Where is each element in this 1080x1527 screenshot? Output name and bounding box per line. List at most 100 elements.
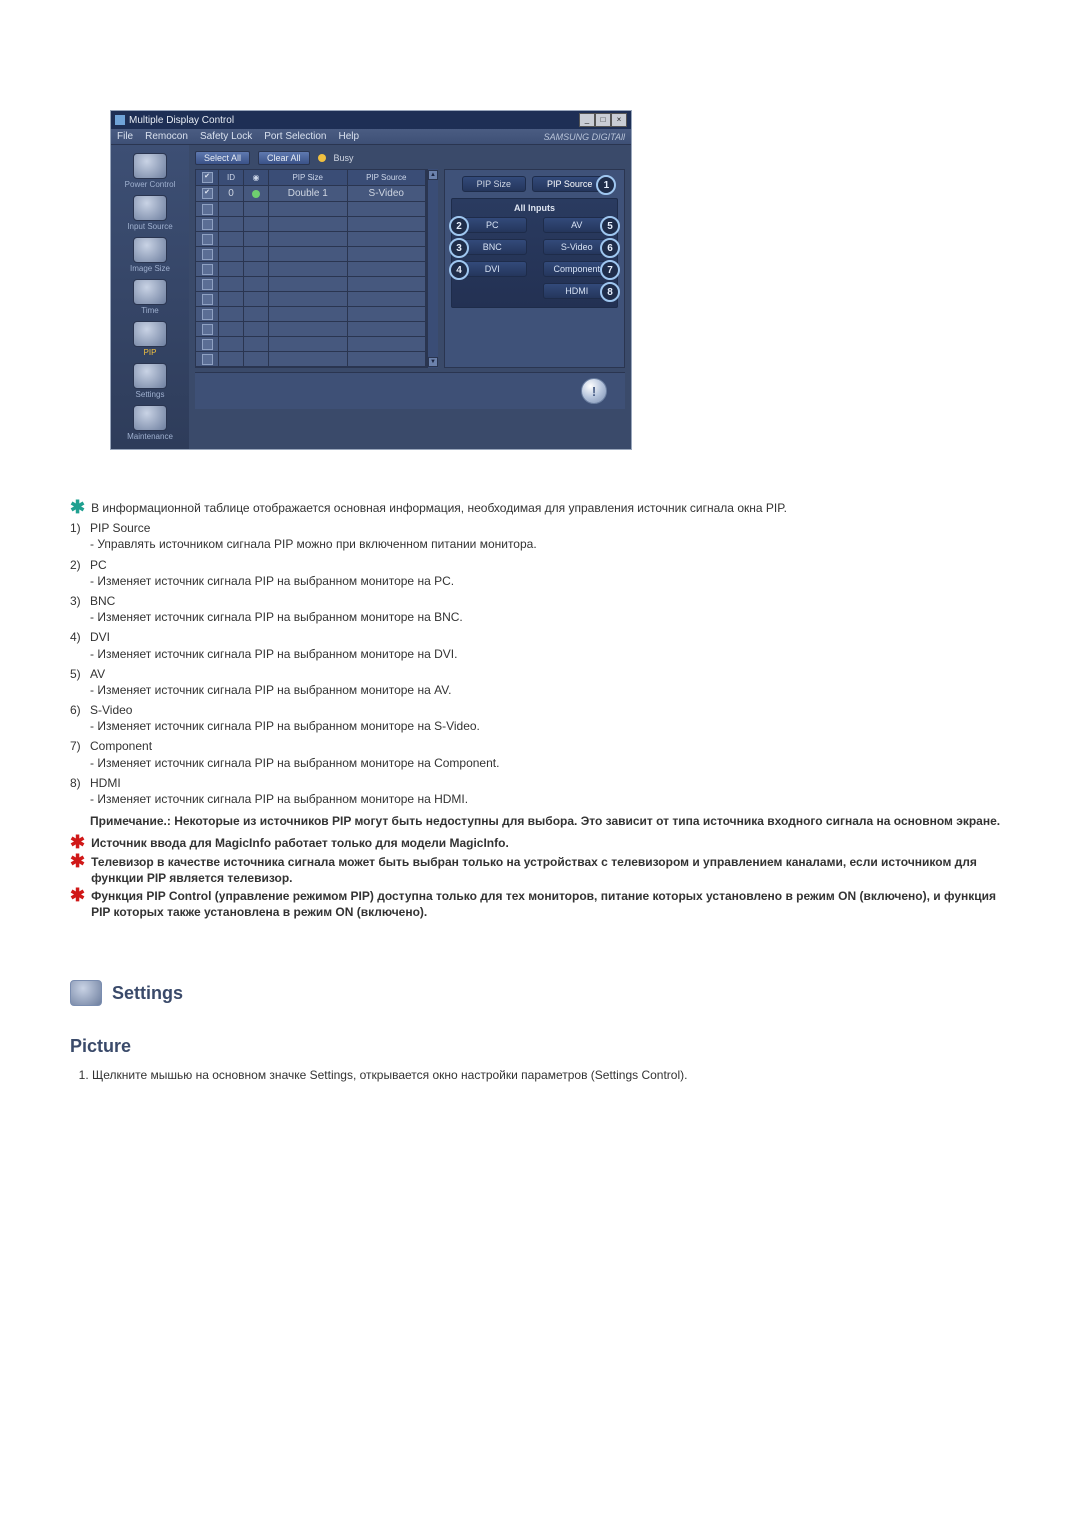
select-all-button[interactable]: Select All — [195, 151, 250, 165]
list-item: 2)PC- Изменяет источник сигнала PIP на в… — [70, 557, 1010, 589]
table-row[interactable] — [196, 352, 426, 367]
table-scrollbar[interactable]: ▲ ▼ — [427, 169, 438, 368]
row-checkbox[interactable] — [202, 249, 213, 260]
settings-heading: Settings — [70, 980, 1010, 1006]
note-text: Примечание.: Некоторые из источников PIP… — [90, 814, 1000, 828]
row-checkbox[interactable] — [202, 294, 213, 305]
callout-5: 5 — [600, 216, 620, 236]
table-row[interactable] — [196, 337, 426, 352]
sidebar-item-settings[interactable]: Settings — [117, 361, 183, 401]
settings-section-icon — [70, 980, 102, 1006]
star-icon: ✱ — [70, 500, 85, 514]
row-checkbox[interactable] — [202, 188, 213, 199]
menu-help[interactable]: Help — [338, 131, 359, 142]
sidebar-item-time[interactable]: Time — [117, 277, 183, 317]
callout-2: 2 — [449, 216, 469, 236]
picture-heading: Picture — [70, 1034, 1010, 1058]
dvi-button[interactable]: 4 DVI — [458, 261, 527, 277]
app-icon — [115, 115, 125, 125]
star-icon: ✱ — [70, 888, 85, 902]
svideo-button[interactable]: S-Video 6 — [543, 239, 612, 255]
list-item: 1)PIP Source- Управлять источником сигна… — [70, 520, 1010, 552]
pc-button[interactable]: 2 PC — [458, 217, 527, 233]
table-row[interactable] — [196, 322, 426, 337]
picture-steps: Щелкните мышью на основном значке Settin… — [76, 1067, 1010, 1083]
info-table: ID ◉ PIP Size PIP Source 0 Double 1 S-Vi — [195, 169, 427, 368]
document-body: ✱ В информационной таблице отображается … — [70, 500, 1010, 1083]
menu-file[interactable]: File — [117, 131, 133, 142]
close-button[interactable]: × — [611, 113, 627, 127]
row-checkbox[interactable] — [202, 279, 213, 290]
row-checkbox[interactable] — [202, 264, 213, 275]
row-checkbox[interactable] — [202, 219, 213, 230]
table-row[interactable] — [196, 247, 426, 262]
status-dot-icon — [252, 190, 260, 198]
table-row[interactable] — [196, 217, 426, 232]
list-item: 6)S-Video- Изменяет источник сигнала PIP… — [70, 702, 1010, 734]
callout-7: 7 — [600, 260, 620, 280]
warning-1: Источник ввода для MagicInfo работает то… — [91, 835, 509, 851]
row-checkbox[interactable] — [202, 339, 213, 350]
scroll-down-icon[interactable]: ▼ — [428, 357, 438, 367]
sidebar-item-power-control[interactable]: Power Control — [117, 151, 183, 191]
maximize-button[interactable]: □ — [595, 113, 611, 127]
info-orb-icon[interactable]: ! — [581, 378, 607, 404]
list-item: Щелкните мышью на основном значке Settin… — [92, 1067, 1010, 1083]
table-row[interactable] — [196, 262, 426, 277]
power-icon — [133, 153, 167, 179]
table-row[interactable] — [196, 292, 426, 307]
callout-4: 4 — [449, 260, 469, 280]
sidebar-item-maintenance[interactable]: Maintenance — [117, 403, 183, 443]
list-item: 8)HDMI- Изменяет источник сигнала PIP на… — [70, 775, 1010, 807]
all-inputs-title: All Inputs — [458, 203, 611, 213]
tab-pip-source[interactable]: PIP Source 1 — [532, 176, 607, 192]
star-icon: ✱ — [70, 835, 85, 849]
row-checkbox[interactable] — [202, 309, 213, 320]
callout-3: 3 — [449, 238, 469, 258]
row-checkbox[interactable] — [202, 204, 213, 215]
av-button[interactable]: AV 5 — [543, 217, 612, 233]
time-icon — [133, 279, 167, 305]
header-checkbox[interactable] — [202, 172, 213, 183]
list-item: 3)BNC- Изменяет источник сигнала PIP на … — [70, 593, 1010, 625]
component-button[interactable]: Component 7 — [543, 261, 612, 277]
sidebar-item-pip[interactable]: PIP — [117, 319, 183, 359]
scroll-up-icon[interactable]: ▲ — [428, 170, 438, 180]
list-item: 4)DVI- Изменяет источник сигнала PIP на … — [70, 629, 1010, 661]
tab-pip-size[interactable]: PIP Size — [462, 176, 526, 192]
callout-1: 1 — [596, 175, 616, 195]
warning-2: Телевизор в качестве источника сигнала м… — [91, 854, 1010, 886]
col-status-icon: ◉ — [244, 170, 269, 186]
brand-label: SAMSUNG DIGITAll — [544, 132, 625, 142]
table-row[interactable] — [196, 202, 426, 217]
menu-safety-lock[interactable]: Safety Lock — [200, 131, 252, 142]
row-checkbox[interactable] — [202, 354, 213, 365]
col-pip-source: PIP Source — [348, 170, 427, 186]
menu-port-selection[interactable]: Port Selection — [264, 131, 326, 142]
sidebar-item-image-size[interactable]: Image Size — [117, 235, 183, 275]
menu-bar: File Remocon Safety Lock Port Selection … — [111, 129, 631, 145]
right-panel: PIP Size PIP Source 1 All Inputs 2 — [444, 169, 625, 368]
title-bar: Multiple Display Control _ □ × — [111, 111, 631, 129]
col-id: ID — [219, 170, 244, 186]
pip-icon — [133, 321, 167, 347]
table-row[interactable]: 0 Double 1 S-Video — [196, 186, 426, 202]
footer-bar: ! — [195, 372, 625, 409]
bnc-button[interactable]: 3 BNC — [458, 239, 527, 255]
table-row[interactable] — [196, 277, 426, 292]
row-checkbox[interactable] — [202, 324, 213, 335]
window-title: Multiple Display Control — [129, 115, 234, 126]
list-item: 5)AV- Изменяет источник сигнала PIP на в… — [70, 666, 1010, 698]
input-source-icon — [133, 195, 167, 221]
intro-text: В информационной таблице отображается ос… — [91, 500, 787, 516]
sidebar-item-input-source[interactable]: Input Source — [117, 193, 183, 233]
minimize-button[interactable]: _ — [579, 113, 595, 127]
table-row[interactable] — [196, 232, 426, 247]
menu-remocon[interactable]: Remocon — [145, 131, 188, 142]
table-row[interactable] — [196, 307, 426, 322]
hdmi-button[interactable]: HDMI 8 — [543, 283, 612, 299]
settings-icon — [133, 363, 167, 389]
clear-all-button[interactable]: Clear All — [258, 151, 310, 165]
image-size-icon — [133, 237, 167, 263]
row-checkbox[interactable] — [202, 234, 213, 245]
